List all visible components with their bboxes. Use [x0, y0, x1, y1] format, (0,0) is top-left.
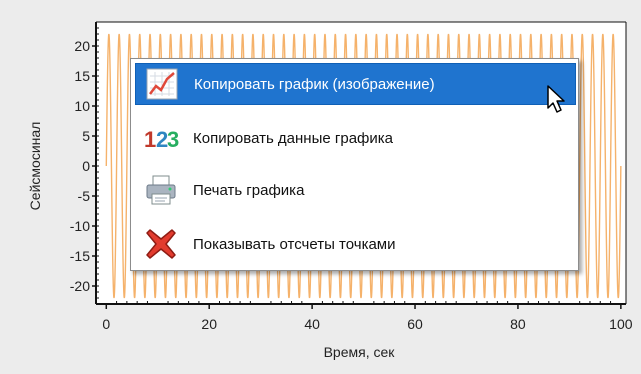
svg-text:1: 1: [144, 127, 156, 152]
svg-text:3: 3: [167, 127, 179, 152]
x-tick-label: 20: [201, 316, 217, 332]
context-menu: Копировать график (изображение) 1 2 3 Ко…: [130, 58, 579, 271]
y-tick-label: 0: [82, 158, 90, 174]
x-tick-label: 0: [102, 316, 110, 332]
menu-item-show-points[interactable]: Показывать отсчеты точками: [135, 223, 576, 265]
menu-item-label: Показывать отсчеты точками: [193, 235, 396, 253]
menu-item-copy-image[interactable]: Копировать график (изображение): [135, 63, 576, 105]
red-cross-icon: [143, 226, 179, 262]
x-tick-label: 60: [407, 316, 423, 332]
y-tick-label: 5: [82, 128, 90, 144]
y-tick-label: -5: [78, 188, 91, 204]
y-tick-label: -10: [70, 218, 90, 234]
menu-item-print[interactable]: Печать графика: [135, 169, 576, 211]
numbers-123-icon: 1 2 3: [143, 120, 179, 156]
y-axis-title: Сейсмосинал: [27, 122, 43, 211]
y-tick-label: -20: [70, 278, 90, 294]
menu-item-label: Печать графика: [193, 181, 305, 199]
y-tick-label: 10: [74, 98, 90, 114]
y-tick-label: -15: [70, 248, 90, 264]
menu-item-label: Копировать график (изображение): [194, 75, 435, 93]
menu-item-label: Копировать данные графика: [193, 129, 393, 147]
x-axis-title: Время, сек: [324, 344, 396, 360]
x-tick-label: 80: [510, 316, 526, 332]
printer-icon: [143, 172, 179, 208]
chart-image-icon: [144, 66, 180, 102]
y-tick-label: 15: [74, 68, 90, 84]
menu-item-copy-data[interactable]: 1 2 3 Копировать данные графика: [135, 117, 576, 159]
y-tick-label: 20: [74, 38, 90, 54]
mouse-pointer-icon: [547, 85, 565, 113]
x-tick-label: 100: [609, 316, 633, 332]
x-tick-label: 40: [304, 316, 320, 332]
chart-panel: 0 20 40 60 80 100 20 15 10 5 0 -5 -10 -15 -20 Время, с…: [0, 0, 641, 374]
